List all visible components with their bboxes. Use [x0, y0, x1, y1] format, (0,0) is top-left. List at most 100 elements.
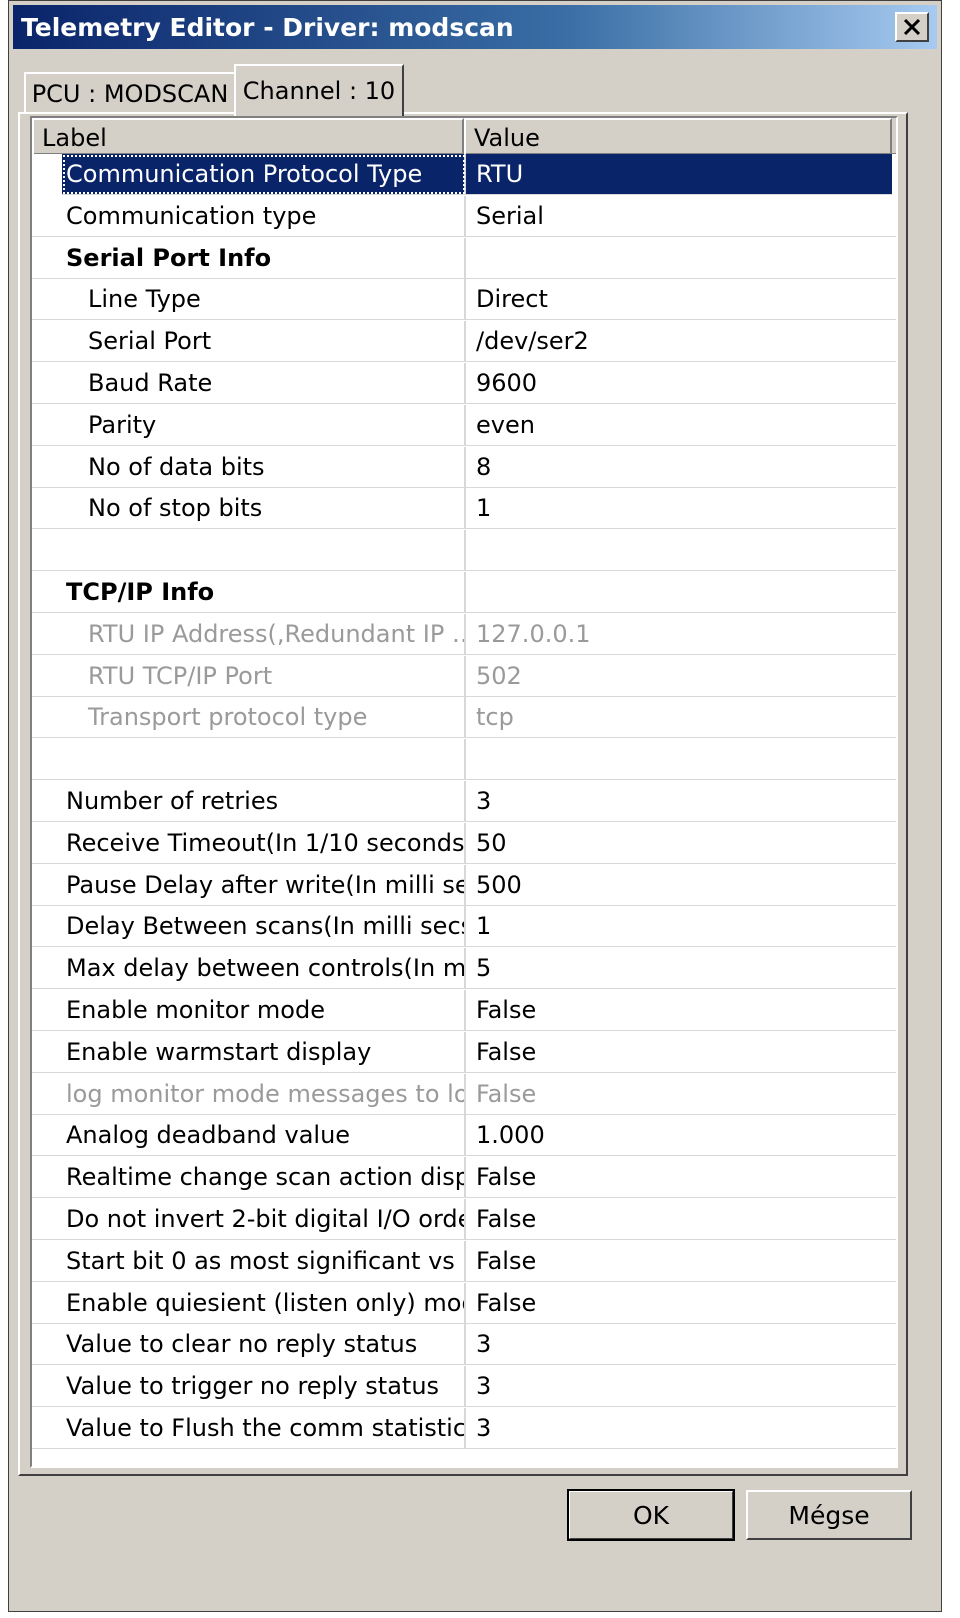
- table-row[interactable]: Serial Port Info: [32, 237, 896, 280]
- table-row[interactable]: log monitor mode messages to log …False: [32, 1073, 896, 1116]
- property-value[interactable]: 3: [466, 1408, 896, 1449]
- property-label: Enable warmstart display: [32, 1031, 466, 1073]
- property-label: Max delay between controls(In mill…: [32, 948, 466, 990]
- cancel-button[interactable]: Mégse: [746, 1490, 912, 1540]
- property-label: Analog deadband value: [32, 1115, 466, 1157]
- table-row[interactable]: Delay Between scans(In milli secs) 1: [32, 906, 896, 948]
- property-label: Delay Between scans(In milli secs): [32, 906, 466, 948]
- table-row[interactable]: Baud Rate 9600: [32, 363, 896, 405]
- table-row[interactable]: Start bit 0 as most significant vs 15 Fal…: [32, 1240, 896, 1283]
- table-row[interactable]: Value to clear no reply status 3: [32, 1324, 896, 1366]
- property-value[interactable]: 3: [466, 1366, 896, 1408]
- title-bar[interactable]: Telemetry Editor - Driver: modscan: [13, 5, 937, 49]
- property-value[interactable]: Direct: [466, 279, 896, 321]
- table-row[interactable]: Communication Protocol Type RTU: [32, 154, 896, 196]
- table-row[interactable]: Analog deadband value 1.000: [32, 1115, 896, 1157]
- table-row[interactable]: Enable warmstart display False: [32, 1031, 896, 1074]
- tab-channel[interactable]: Channel : 10: [234, 64, 404, 116]
- property-label: RTU TCP/IP Port: [32, 655, 466, 697]
- property-label: Value to clear no reply status: [32, 1324, 466, 1366]
- property-label: Transport protocol type: [32, 697, 466, 739]
- property-value[interactable]: False: [466, 1157, 896, 1199]
- property-label: Communication type: [32, 195, 466, 237]
- table-row[interactable]: [32, 530, 896, 572]
- property-label: RTU IP Address(,Redundant IP …: [32, 613, 466, 655]
- grid-header: Label Value: [32, 118, 896, 154]
- property-label: Do not invert 2-bit digital I/O order: [32, 1199, 466, 1240]
- table-row[interactable]: RTU TCP/IP Port 502: [32, 655, 896, 698]
- property-value[interactable]: 1: [466, 488, 896, 530]
- table-row[interactable]: No of stop bits 1: [32, 488, 896, 530]
- table-row[interactable]: Pause Delay after write(In milli secs) 50…: [32, 864, 896, 907]
- column-header-value[interactable]: Value: [464, 118, 892, 154]
- property-value[interactable]: False: [466, 1241, 896, 1282]
- property-value[interactable]: even: [466, 405, 896, 446]
- tab-label: Channel : 10: [242, 77, 396, 105]
- table-row[interactable]: Line Type Direct: [32, 279, 896, 321]
- property-value[interactable]: False: [466, 990, 896, 1031]
- property-value[interactable]: RTU: [466, 154, 892, 195]
- table-row[interactable]: Parity even: [32, 404, 896, 447]
- table-row[interactable]: No of data bits 8: [32, 446, 896, 489]
- property-value[interactable]: tcp: [466, 697, 896, 739]
- property-value[interactable]: /dev/ser2: [466, 321, 896, 363]
- table-row[interactable]: Max delay between controls(In mill… 5: [32, 948, 896, 990]
- table-row[interactable]: Value to trigger no reply status 3: [32, 1366, 896, 1408]
- property-label: No of data bits: [32, 446, 466, 488]
- property-label: Number of retries: [32, 781, 466, 822]
- property-label: Receive Timeout(In 1/10 seconds): [32, 822, 466, 864]
- property-value[interactable]: 3: [466, 1324, 896, 1366]
- property-value[interactable]: 5: [466, 948, 896, 990]
- property-value[interactable]: 127.0.0.1: [466, 614, 896, 655]
- table-row[interactable]: Transport protocol type tcp: [32, 697, 896, 739]
- table-row[interactable]: TCP/IP Info: [32, 572, 896, 614]
- property-value[interactable]: [466, 530, 896, 572]
- table-row[interactable]: RTU IP Address(,Redundant IP … 127.0.0.1: [32, 613, 896, 656]
- column-header-label[interactable]: Label: [32, 118, 464, 154]
- table-row[interactable]: Do not invert 2-bit digital I/O order Fal…: [32, 1199, 896, 1241]
- table-row[interactable]: Serial Port/dev/ser2: [32, 321, 896, 363]
- property-label: Communication Protocol Type: [62, 154, 466, 195]
- property-value[interactable]: 3: [466, 781, 896, 822]
- property-value[interactable]: False: [466, 1074, 896, 1115]
- property-label: [32, 530, 466, 572]
- table-row[interactable]: Number of retries 3: [32, 781, 896, 823]
- property-value[interactable]: False: [466, 1032, 896, 1073]
- property-label: Serial Port: [32, 321, 466, 363]
- table-row[interactable]: Enable quiesient (listen only) mode False: [32, 1282, 896, 1325]
- property-label: log monitor mode messages to log …: [32, 1073, 466, 1115]
- table-row[interactable]: Value to Flush the comm statistics 3: [32, 1408, 896, 1450]
- property-label: Parity: [32, 404, 466, 446]
- table-row[interactable]: Realtime change scan action displa…False: [32, 1157, 896, 1199]
- property-label: Line Type: [32, 279, 466, 321]
- property-value[interactable]: Serial: [466, 196, 896, 237]
- property-value[interactable]: 8: [466, 447, 896, 488]
- property-value[interactable]: 502: [466, 656, 896, 697]
- property-label: Value to Flush the comm statistics: [32, 1408, 466, 1449]
- ok-button[interactable]: OK: [567, 1489, 735, 1541]
- property-value[interactable]: [466, 739, 896, 781]
- property-value[interactable]: 500: [466, 865, 896, 906]
- property-value[interactable]: 50: [466, 823, 896, 864]
- property-label: Serial Port Info: [32, 237, 466, 279]
- property-value[interactable]: [466, 572, 896, 613]
- tab-pcu-modscan[interactable]: PCU : MODSCAN: [24, 72, 236, 114]
- property-grid[interactable]: Label Value Communication Protocol Type R…: [30, 116, 898, 1468]
- property-label: Realtime change scan action displa…: [32, 1157, 466, 1199]
- property-label: Value to trigger no reply status: [32, 1366, 466, 1408]
- table-row[interactable]: Communication type Serial: [32, 195, 896, 238]
- property-label: Enable quiesient (listen only) mode: [32, 1282, 466, 1324]
- table-row[interactable]: Receive Timeout(In 1/10 seconds) 50: [32, 822, 896, 865]
- property-label: TCP/IP Info: [32, 572, 466, 613]
- property-label: Start bit 0 as most significant vs 15: [32, 1240, 466, 1282]
- tab-label: PCU : MODSCAN: [31, 80, 229, 108]
- property-value[interactable]: 1: [466, 906, 896, 948]
- property-value[interactable]: False: [466, 1199, 896, 1240]
- property-value[interactable]: [466, 238, 896, 279]
- table-row[interactable]: [32, 739, 896, 781]
- close-button[interactable]: [895, 12, 929, 42]
- table-row[interactable]: Enable monitor mode False: [32, 990, 896, 1032]
- property-value[interactable]: 1.000: [466, 1115, 896, 1157]
- property-value[interactable]: 9600: [466, 363, 896, 404]
- property-value[interactable]: False: [466, 1283, 896, 1324]
